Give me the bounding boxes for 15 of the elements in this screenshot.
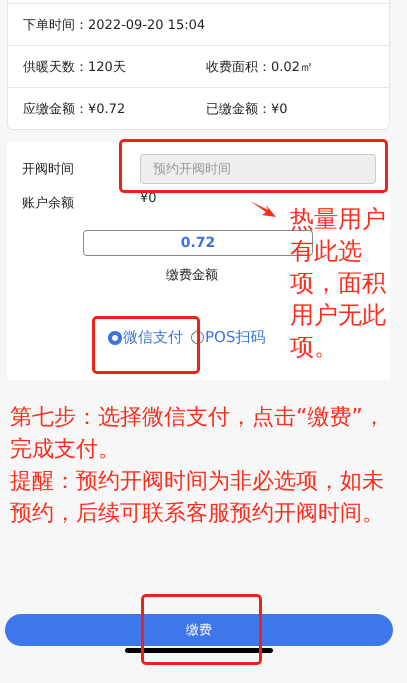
info-text: 已缴金额：¥0 [206, 100, 289, 118]
amount-caption: 缴费金额 [166, 267, 218, 284]
info-text: 收费面积：0.02㎡ [206, 58, 314, 76]
info-text: 供暖天数：120天 [23, 58, 127, 76]
field-label: 账户余额 [22, 195, 75, 212]
field-label: 开阀时间 [22, 161, 75, 178]
annotation-text: 第七步：选择微信支付，点击“缴费”，完成支付。 [10, 404, 386, 464]
arrow-icon [250, 200, 276, 218]
payment-radio[interactable]: POS扫码 [191, 328, 266, 347]
pay-button[interactable]: 缴费 [5, 614, 393, 646]
payment-radio[interactable]: 微信支付 [108, 328, 183, 347]
annotation-text: 提醒：预约开阀时间为非必选项，如未预约，后续可联系客服预约开阀时间。 [10, 468, 385, 528]
info-text: 下单时间：2022-09-20 15:04 [23, 16, 206, 34]
open-time-field[interactable]: 预约开阀时间 [140, 154, 376, 184]
info-text: 应缴金额：¥0.72 [23, 100, 126, 118]
